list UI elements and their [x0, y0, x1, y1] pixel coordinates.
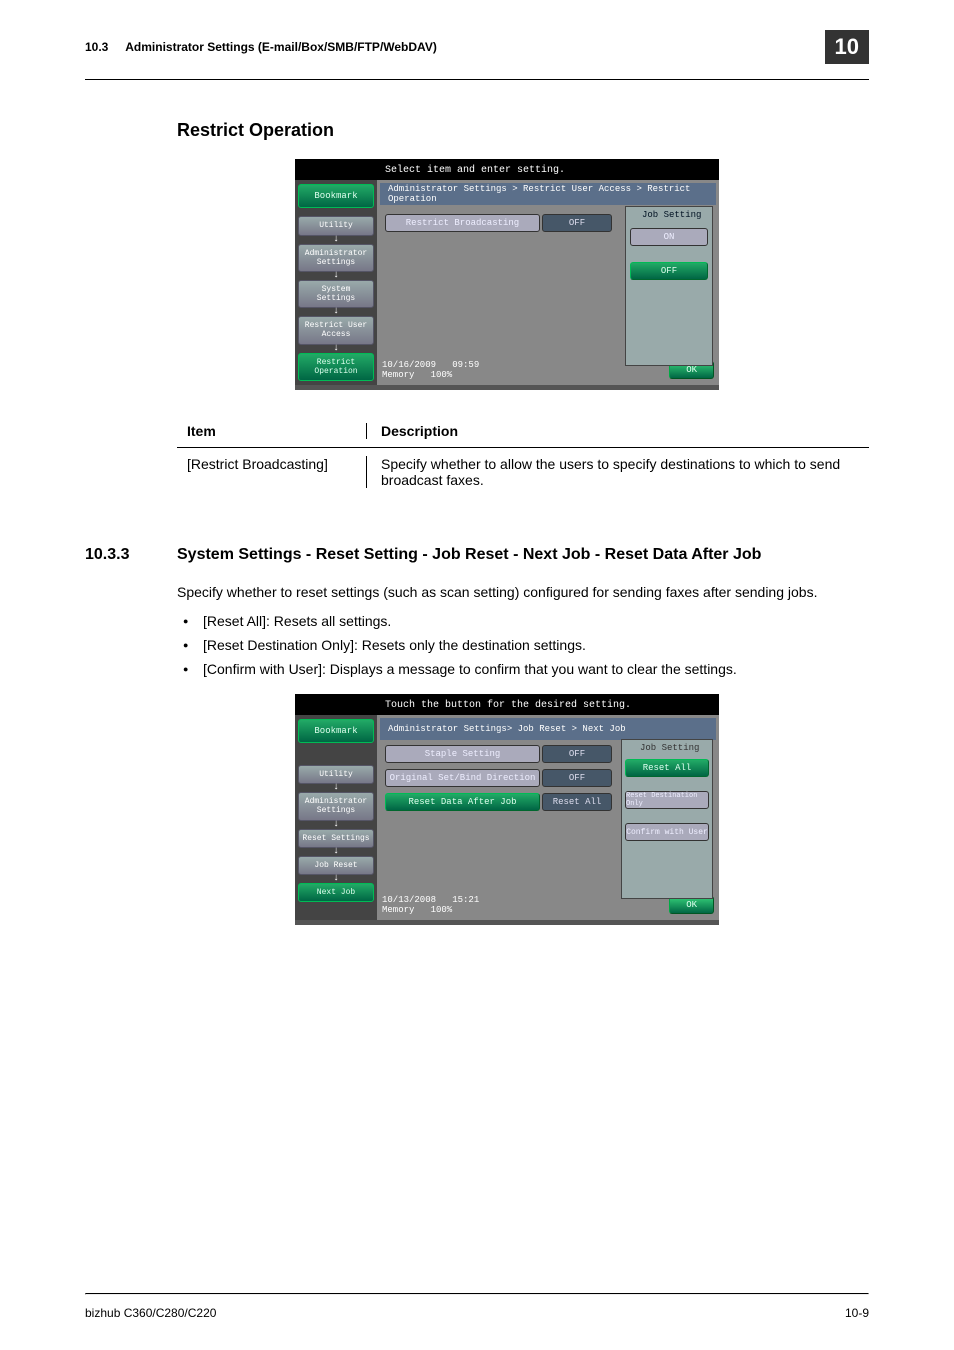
- mfp-screen-next-job: Touch the button for the desired setting…: [295, 694, 719, 925]
- panel2-instruction: Touch the button for the desired setting…: [295, 694, 719, 715]
- sidebar-item-admin-settings[interactable]: Administrator Settings: [298, 792, 374, 820]
- arrow-down-icon: ↓: [298, 238, 374, 242]
- list-item: [Confirm with User]: Displays a message …: [177, 659, 869, 680]
- section-heading-restrict-operation: Restrict Operation: [177, 120, 869, 141]
- panel1-breadcrumb: Administrator Settings > Restrict User A…: [380, 183, 716, 205]
- panel2-bookmark-button[interactable]: Bookmark: [298, 719, 374, 743]
- panel1-sidebar: Bookmark Utility ↓ Administrator Setting…: [295, 180, 377, 385]
- section-number: 10.3.3: [85, 546, 177, 564]
- job-setting-title: Job Setting: [640, 743, 699, 753]
- opt-reset-destination-only[interactable]: Reset Destination Only: [625, 791, 709, 809]
- panel2-breadcrumb: Administrator Settings> Job Reset > Next…: [380, 718, 716, 740]
- item-description-table: Item Description [Restrict Broadcasting]…: [177, 415, 869, 496]
- panel1-bookmark-button[interactable]: Bookmark: [298, 184, 374, 208]
- td-item: [Restrict Broadcasting]: [187, 456, 367, 488]
- arrow-down-icon: ↓: [298, 310, 374, 314]
- sidebar-item-admin-settings[interactable]: Administrator Settings: [298, 244, 374, 272]
- page-footer: bizhub C360/C280/C220 10-9: [85, 1306, 869, 1320]
- opt-confirm-with-user[interactable]: Confirm with User: [625, 823, 709, 841]
- sidebar-item-reset-settings[interactable]: Reset Settings: [298, 829, 374, 848]
- header-section-title: Administrator Settings (E-mail/Box/SMB/F…: [125, 40, 437, 54]
- row-reset-data-value: Reset All: [542, 793, 612, 811]
- panel1-instruction: Select item and enter setting.: [295, 159, 719, 180]
- td-desc: Specify whether to allow the users to sp…: [367, 456, 859, 488]
- opt-reset-all[interactable]: Reset All: [625, 759, 709, 777]
- row-bind-direction-value: OFF: [542, 769, 612, 787]
- panel1-status: 10/16/2009 09:59 Memory 100%: [382, 360, 479, 380]
- chapter-badge: 10: [825, 30, 869, 64]
- header-section-num: 10.3: [85, 40, 108, 54]
- list-item: [Reset Destination Only]: Resets only th…: [177, 635, 869, 656]
- sidebar-item-restrict-user-access[interactable]: Restrict User Access: [298, 316, 374, 344]
- row-restrict-broadcasting-value: OFF: [542, 214, 612, 232]
- row-reset-data-after-job[interactable]: Reset Data After Job: [385, 793, 540, 811]
- sidebar-item-next-job[interactable]: Next Job: [298, 883, 374, 902]
- arrow-down-icon: ↓: [298, 347, 374, 351]
- row-staple-value: OFF: [542, 745, 612, 763]
- opt-on[interactable]: ON: [630, 228, 708, 246]
- row-staple-setting[interactable]: Staple Setting: [385, 745, 540, 763]
- row-restrict-broadcasting[interactable]: Restrict Broadcasting: [385, 214, 540, 232]
- panel2-status: 10/13/2008 15:21 Memory 100%: [382, 895, 479, 915]
- sidebar-item-restrict-operation[interactable]: Restrict Operation: [298, 353, 374, 381]
- section2-intro: Specify whether to reset settings (such …: [177, 582, 869, 603]
- arrow-down-icon: ↓: [298, 274, 374, 278]
- footer-model: bizhub C360/C280/C220: [85, 1306, 216, 1320]
- sidebar-item-system-settings[interactable]: System Settings: [298, 280, 374, 308]
- footer-page-number: 10-9: [845, 1306, 869, 1320]
- section-heading-reset-data: System Settings - Reset Setting - Job Re…: [177, 546, 761, 564]
- opt-off[interactable]: OFF: [630, 262, 708, 280]
- page-header: 10.3 Administrator Settings (E-mail/Box/…: [85, 30, 869, 64]
- arrow-down-icon: ↓: [298, 823, 374, 827]
- arrow-down-icon: ↓: [298, 786, 374, 790]
- sidebar-item-utility[interactable]: Utility: [298, 216, 374, 235]
- mfp-screen-restrict-operation: Select item and enter setting. Bookmark …: [295, 159, 719, 390]
- header-rule: [85, 79, 869, 80]
- th-item: Item: [187, 423, 367, 439]
- arrow-down-icon: ↓: [298, 877, 374, 881]
- arrow-down-icon: ↓: [298, 850, 374, 854]
- section2-bullets: [Reset All]: Resets all settings. [Reset…: [177, 611, 869, 680]
- list-item: [Reset All]: Resets all settings.: [177, 611, 869, 632]
- th-desc: Description: [367, 423, 859, 439]
- job-setting-title: Job Setting: [642, 210, 701, 220]
- row-bind-direction[interactable]: Original Set/Bind Direction: [385, 769, 540, 787]
- footer-rule: [85, 1293, 869, 1295]
- panel2-sidebar: Bookmark Utility ↓ Administrator Setting…: [295, 715, 377, 920]
